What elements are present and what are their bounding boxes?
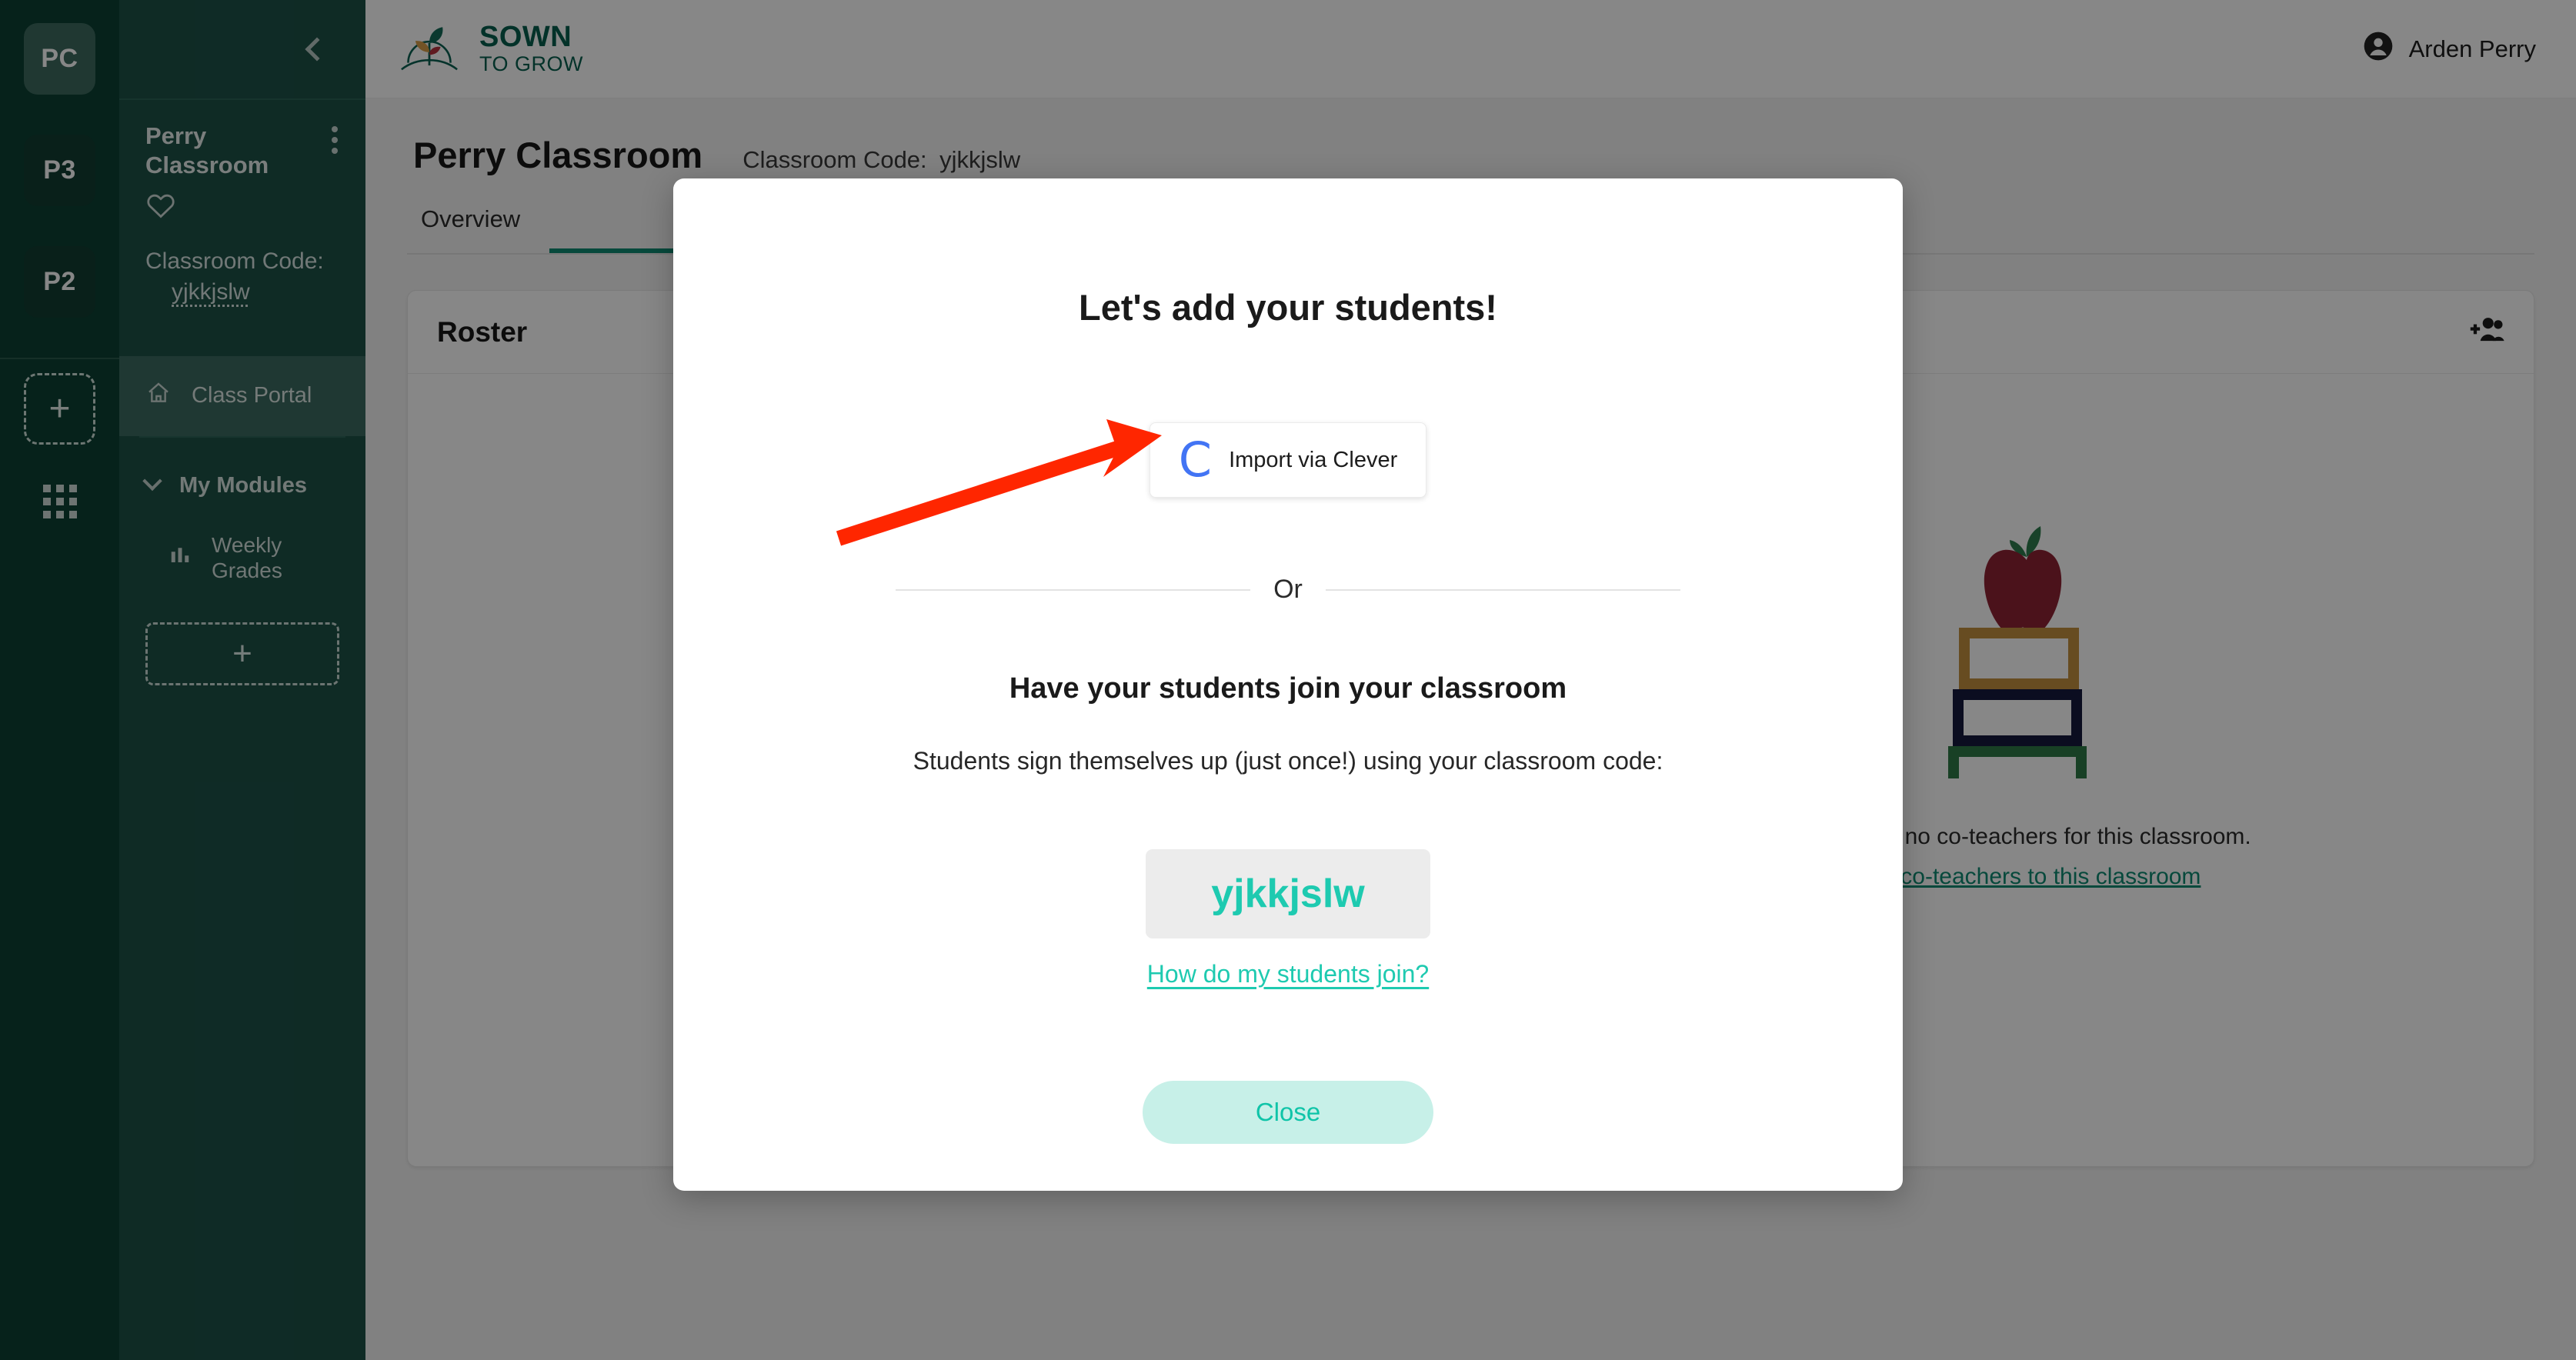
clever-c-logo-icon: C — [1178, 432, 1213, 488]
classroom-code-box[interactable]: yjkkjslw — [1146, 849, 1430, 938]
close-button[interactable]: Close — [1143, 1081, 1433, 1144]
classroom-code-value: yjkkjslw — [1211, 872, 1365, 916]
join-heading: Have your students join your classroom — [1009, 672, 1567, 705]
clever-button-label: Import via Clever — [1229, 447, 1398, 472]
or-label: Or — [1273, 575, 1303, 604]
add-students-modal: Let's add your students! C Import via Cl… — [673, 178, 1903, 1191]
screen-root: PC P3 P2 + Perry Classroom Classroom Cod… — [0, 0, 2576, 1360]
or-line-left — [896, 588, 1251, 591]
import-via-clever-button[interactable]: C Import via Clever — [1150, 422, 1426, 498]
how-students-join-link[interactable]: How do my students join? — [1147, 960, 1429, 988]
modal-title: Let's add your students! — [1079, 287, 1497, 328]
join-subtext: Students sign themselves up (just once!)… — [913, 747, 1663, 775]
or-separator: Or — [896, 575, 1680, 605]
or-line-right — [1325, 588, 1680, 591]
